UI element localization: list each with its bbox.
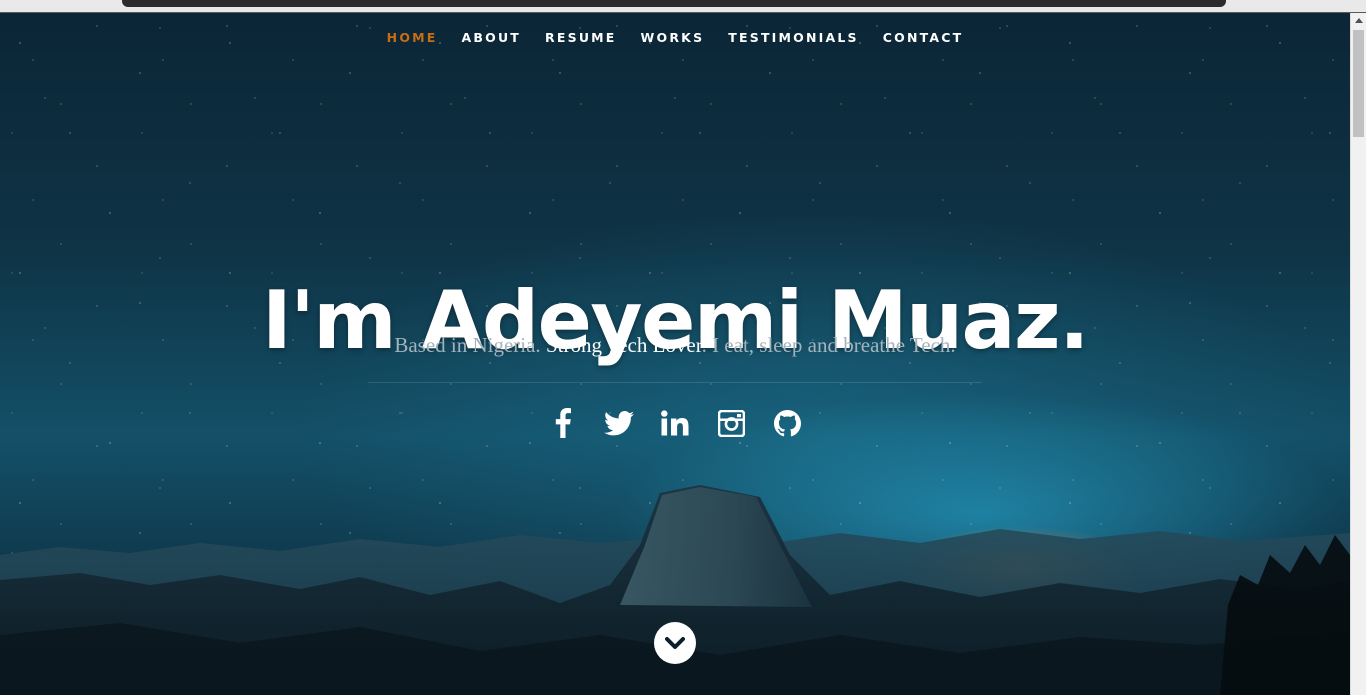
tagline-highlight: Strong Tech Lover [545,333,702,357]
nav-item-home[interactable]: HOME [375,13,450,63]
scroll-down-button[interactable] [654,622,696,664]
instagram-icon[interactable] [716,406,746,440]
hero-divider [368,382,982,383]
tagline-location: Based in Nigeria. [394,333,546,357]
chevron-down-icon [665,637,685,649]
social-links [0,406,1350,440]
nav-item-contact[interactable]: CONTACT [871,13,976,63]
page-scrollbar[interactable] [1350,13,1366,695]
nav-item-works[interactable]: WORKS [629,13,717,63]
scroll-up-arrow-icon[interactable] [1355,18,1363,23]
browser-tab-strip [122,0,1226,7]
linkedin-icon[interactable] [660,406,690,440]
github-icon[interactable] [772,406,802,440]
tagline-rest: . I eat, sleep and breathe Tech. [701,333,956,357]
main-navigation: HOME ABOUT RESUME WORKS TESTIMONIALS CON… [0,13,1350,63]
nav-item-resume[interactable]: RESUME [533,13,629,63]
facebook-icon[interactable] [548,406,578,440]
hero-headline: I'm Adeyemi Muaz. [262,273,1089,367]
twitter-icon[interactable] [604,406,634,440]
browser-chrome [0,0,1366,13]
scrollbar-thumb[interactable] [1353,30,1364,137]
hero-tagline: Based in Nigeria. Strong Tech Lover. I e… [0,333,1350,358]
nav-item-about[interactable]: ABOUT [450,13,534,63]
nav-item-testimonials[interactable]: TESTIMONIALS [716,13,870,63]
